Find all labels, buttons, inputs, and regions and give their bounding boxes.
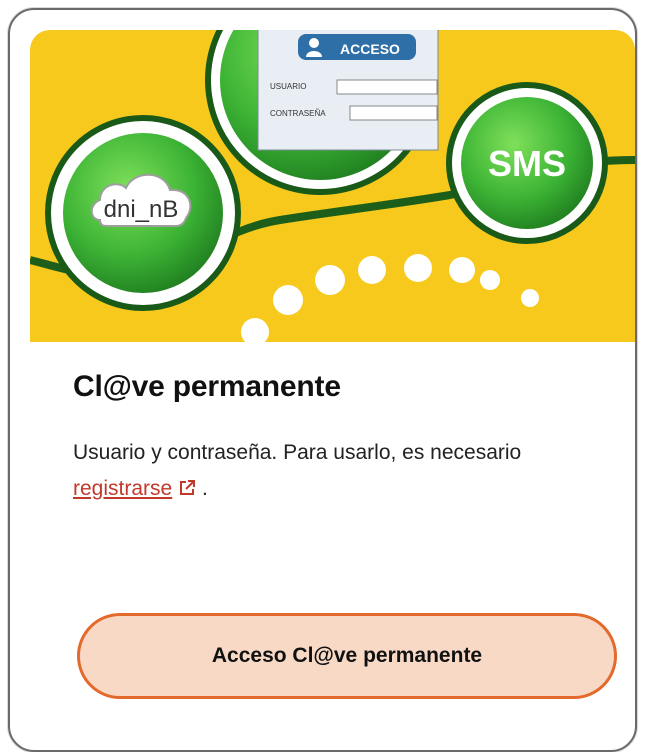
access-clave-permanente-button[interactable]: Acceso Cl@ve permanente [77, 613, 617, 699]
login-header-label: ACCESO [340, 41, 400, 57]
register-link[interactable]: registrarse [73, 477, 172, 500]
banner-illustration: dni_nB ACCESO USUARIO CONTRASEÑA SMS [30, 30, 635, 342]
sms-badge: SMS [446, 82, 608, 244]
user-field-label: USUARIO [270, 82, 306, 91]
password-field-box [349, 105, 438, 121]
clave-permanente-card: dni_nB ACCESO USUARIO CONTRASEÑA SMS Cl@… [8, 8, 637, 752]
description-text: Usuario y contraseña. Para usarlo, es ne… [73, 441, 522, 464]
sms-label: SMS [488, 143, 566, 184]
card-description: Usuario y contraseña. Para usarlo, es ne… [73, 435, 553, 509]
description-suffix: . [196, 477, 208, 500]
user-field-box [336, 79, 438, 95]
external-link-icon[interactable] [178, 473, 196, 509]
card-title: Cl@ve permanente [73, 370, 341, 403]
banner-svg: dni_nB ACCESO USUARIO CONTRASEÑA SMS [30, 30, 635, 342]
cloud-badge: dni_nB [45, 115, 241, 311]
user-icon [309, 38, 319, 48]
cloud-label: dni_nB [104, 196, 179, 223]
password-field-label: CONTRASEÑA [270, 109, 326, 118]
